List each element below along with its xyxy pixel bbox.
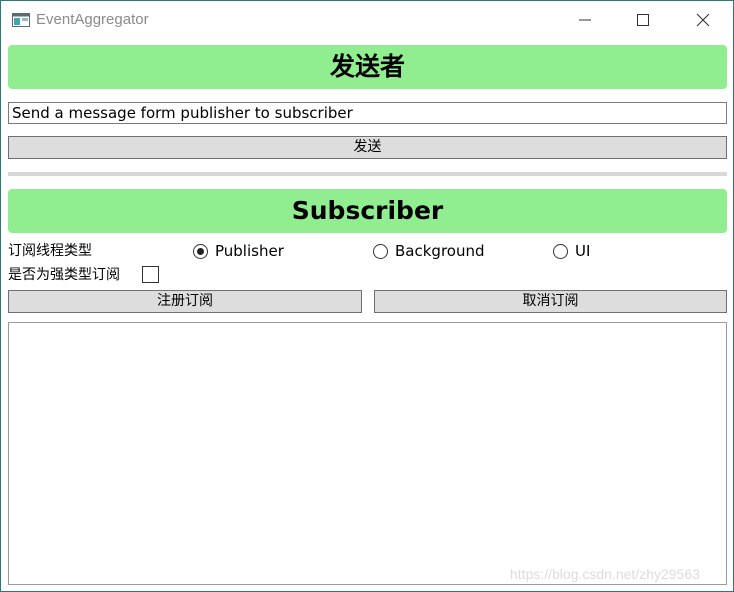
window-title: EventAggregator (36, 11, 149, 28)
radio-unchecked-icon[interactable] (373, 243, 388, 259)
subscriber-header: Subscriber (8, 189, 727, 233)
unregister-button[interactable]: 取消订阅 (374, 290, 727, 313)
minimize-icon (579, 19, 591, 21)
maximize-button[interactable] (615, 1, 673, 37)
send-button[interactable]: 发送 (8, 136, 727, 159)
maximize-icon (637, 14, 649, 26)
thread-type-label: 订阅线程类型 (8, 243, 92, 259)
radio-publisher-label: Publisher (215, 242, 284, 260)
radio-unchecked-icon[interactable] (553, 243, 568, 259)
register-button[interactable]: 注册订阅 (8, 290, 362, 313)
strong-reference-checkbox[interactable] (142, 266, 159, 283)
radio-background[interactable]: Background (373, 241, 485, 261)
section-separator (8, 172, 727, 176)
received-messages-list[interactable] (8, 322, 727, 585)
strong-reference-label: 是否为强类型订阅 (8, 267, 120, 283)
message-input[interactable]: Send a message form publisher to subscri… (8, 102, 727, 124)
title-bar[interactable]: EventAggregator (1, 1, 733, 37)
close-button[interactable] (675, 1, 733, 37)
radio-ui[interactable]: UI (553, 241, 590, 261)
watermark-text: https://blog.csdn.net/zhy29563 (510, 566, 700, 582)
radio-checked-icon[interactable] (193, 243, 208, 259)
close-icon (696, 13, 710, 27)
radio-publisher[interactable]: Publisher (193, 241, 284, 261)
publisher-header: 发送者 (8, 45, 727, 89)
radio-background-label: Background (395, 242, 485, 260)
radio-ui-label: UI (575, 242, 591, 260)
app-window-icon (12, 12, 30, 27)
main-window: EventAggregator 发送者 Send a message form … (0, 0, 734, 592)
minimize-button[interactable] (557, 1, 615, 37)
